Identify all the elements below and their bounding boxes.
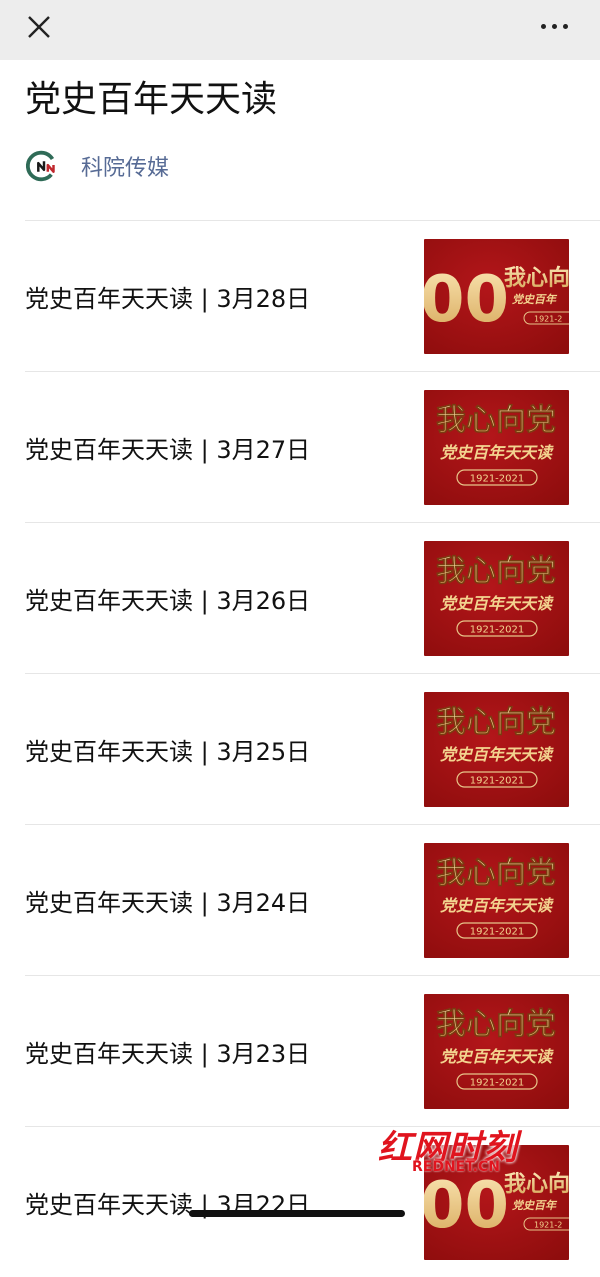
close-icon (28, 16, 50, 38)
thumbnail-image: 我心向党党史百年天天读 1921-2021 (424, 540, 569, 656)
thumbnail-number: 00 (424, 263, 509, 337)
article-list: 党史百年天天读 | 3月28日 00 我心向 党史百年 1921-2 党史百年天天读 | … (0, 220, 600, 1277)
thumbnail-image: 我心向党党史百年天天读 1921-2021 (424, 691, 569, 807)
article-thumbnail[interactable]: 我心向党党史百年天天读 1921-2021 (424, 993, 569, 1109)
article-row[interactable]: 党史百年天天读 | 3月28日 00 我心向党史百年 1921-2 (25, 220, 600, 371)
thumbnail-years: 1921-2021 (470, 1077, 525, 1088)
article-row[interactable]: 党史百年天天读 | 3月25日 我心向党党史百年天天读 1921-2021 (25, 673, 600, 824)
account-name[interactable]: 科院传媒 (81, 150, 169, 182)
thumbnail-years: 1921-2021 (470, 775, 525, 786)
article-row[interactable]: 党史百年天天读 | 3月27日 我心向党党史百年天天读 1921-2021 (25, 371, 600, 522)
more-options-button[interactable] (534, 14, 574, 38)
account-row[interactable]: 科院传媒 (25, 144, 575, 188)
thumbnail-subline: 党史百年天天读 (440, 594, 554, 613)
thumbnail-image: 00我心向党史百年 1921-2 (424, 238, 569, 354)
watermark-url: REDNET.CN (412, 1159, 500, 1175)
thumbnail-years: 1921-2021 (470, 473, 525, 484)
kyc-logo-icon (25, 150, 57, 182)
thumbnail-subline: 党史百年 (512, 1199, 558, 1212)
thumbnail-subline: 党史百年天天读 (440, 745, 554, 764)
article-title[interactable]: 党史百年天天读 | 3月27日 (25, 430, 310, 465)
article-title[interactable]: 党史百年天天读 | 3月24日 (25, 883, 310, 918)
article-row[interactable]: 党史百年天天读 | 3月26日 我心向党党史百年天天读 1921-2021 (25, 522, 600, 673)
thumbnail-subline: 党史百年 (512, 293, 558, 306)
article-row[interactable]: 党史百年天天读 | 3月23日 我心向党党史百年天天读 1921-2021 (25, 975, 600, 1126)
more-dot-icon (551, 23, 557, 29)
thumbnail-headline: 我心向党 (436, 1007, 556, 1042)
thumbnail-image: 我心向党党史百年天天读 1921-2021 (424, 842, 569, 958)
thumbnail-headline: 我心向党 (436, 554, 556, 589)
thumbnail-years: 1921-2021 (470, 926, 525, 937)
thumbnail-years: 1921-2 (534, 314, 562, 323)
article-title[interactable]: 党史百年天天读 | 3月28日 (25, 279, 310, 314)
top-bar (0, 0, 600, 60)
thumbnail-headline: 我心向党 (436, 856, 556, 891)
watermark-logo: 红网时刻 REDNET.CN (378, 1120, 538, 1180)
article-row[interactable]: 党史百年天天读 | 3月24日 我心向党党史百年天天读 1921-2021 (25, 824, 600, 975)
thumbnail-image: 我心向党党史百年天天读 1921-2021 (424, 389, 569, 505)
thumbnail-years: 1921-2021 (470, 624, 525, 635)
thumbnail-subline: 党史百年天天读 (440, 896, 554, 915)
article-thumbnail[interactable]: 00 我心向党史百年 1921-2 (424, 238, 569, 354)
close-button[interactable] (22, 10, 56, 44)
thumbnail-image: 我心向党党史百年天天读 1921-2021 (424, 993, 569, 1109)
thumbnail-subline: 党史百年天天读 (440, 443, 554, 462)
home-indicator[interactable] (189, 1210, 405, 1217)
article-title[interactable]: 党史百年天天读 | 3月25日 (25, 732, 310, 767)
article-thumbnail[interactable]: 我心向党党史百年天天读 1921-2021 (424, 691, 569, 807)
thumbnail-subline: 党史百年天天读 (440, 1047, 554, 1066)
page-title: 党史百年天天读 (25, 79, 278, 120)
article-thumbnail[interactable]: 我心向党党史百年天天读 1921-2021 (424, 389, 569, 505)
thumbnail-headline: 我心向党 (436, 403, 556, 438)
article-title[interactable]: 党史百年天天读 | 3月26日 (25, 581, 310, 616)
more-dot-icon (562, 23, 568, 29)
thumbnail-years: 1921-2 (534, 1220, 562, 1229)
more-dot-icon (540, 23, 546, 29)
article-title[interactable]: 党史百年天天读 | 3月23日 (25, 1034, 310, 1069)
article-thumbnail[interactable]: 我心向党党史百年天天读 1921-2021 (424, 842, 569, 958)
article-thumbnail[interactable]: 我心向党党史百年天天读 1921-2021 (424, 540, 569, 656)
thumbnail-headline: 我心向 (504, 265, 569, 291)
thumbnail-headline: 我心向党 (436, 705, 556, 740)
